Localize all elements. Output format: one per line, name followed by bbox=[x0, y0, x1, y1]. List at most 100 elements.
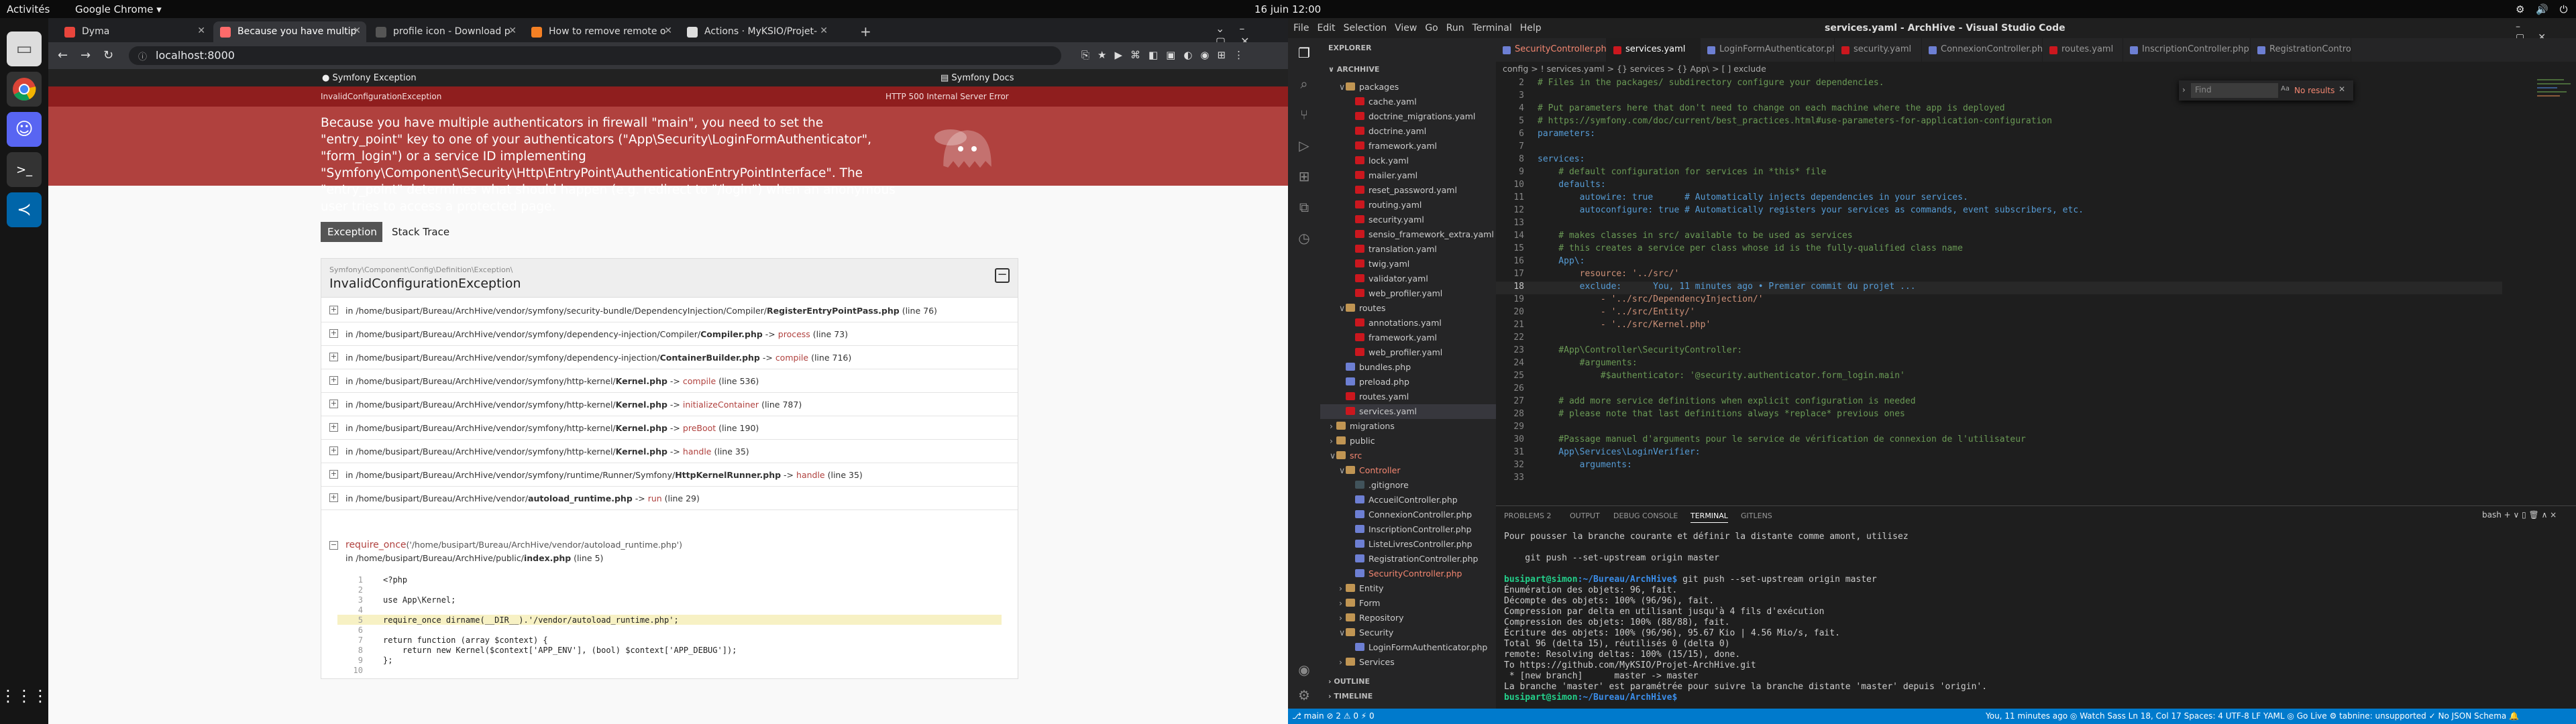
tab-stack-trace[interactable]: Stack Trace bbox=[385, 222, 459, 242]
files-icon[interactable]: ▭ bbox=[7, 32, 42, 66]
tree-item[interactable]: twig.yaml bbox=[1320, 257, 1496, 272]
menu-item[interactable]: Go bbox=[1425, 23, 1438, 34]
tree-item[interactable]: doctrine_migrations.yaml bbox=[1320, 109, 1496, 124]
terminal-icon[interactable]: >_ bbox=[7, 152, 42, 187]
editor-tab[interactable]: ConnexionController.php bbox=[1922, 38, 2043, 62]
chrome-icon[interactable] bbox=[7, 72, 42, 107]
clock[interactable]: 16 juin 12:00 bbox=[1254, 3, 1321, 15]
trace-require-once[interactable]: − require_once('/home/busipart/Bureau/Ar… bbox=[321, 534, 1018, 678]
tree-item[interactable]: SecurityController.php bbox=[1320, 566, 1496, 581]
tree-item[interactable]: › Services bbox=[1320, 655, 1496, 670]
close-icon[interactable]: ✕ bbox=[508, 25, 517, 36]
search-icon[interactable]: ⌕ bbox=[1295, 76, 1313, 95]
app-menu[interactable]: Google Chrome ▾ bbox=[75, 3, 162, 15]
tree-item[interactable]: › public bbox=[1320, 434, 1496, 448]
tree-item[interactable]: ConnexionController.php bbox=[1320, 507, 1496, 522]
terminal-actions[interactable]: bash + ∨ ▯ 🗑 ∧ × bbox=[2482, 510, 2557, 520]
editor-tab[interactable]: routes.yaml bbox=[2043, 38, 2123, 62]
remote-icon[interactable]: ⧉ bbox=[1295, 199, 1313, 218]
tree-item[interactable]: ∨ packages bbox=[1320, 80, 1496, 95]
editor-tab[interactable]: LoginFormAuthenticator.php bbox=[1701, 38, 1835, 62]
panel-tab[interactable]: DEBUG CONSOLE bbox=[1613, 511, 1678, 520]
gitlens-icon[interactable]: ◷ bbox=[1295, 230, 1313, 249]
tree-item[interactable]: .gitignore bbox=[1320, 478, 1496, 493]
extensions-area[interactable]: ⎘★▶⌘◧▣◐◉⊞⋮ bbox=[1081, 49, 1252, 61]
tree-item[interactable]: ListeLivresController.php bbox=[1320, 537, 1496, 552]
tree-item[interactable]: routes.yaml bbox=[1320, 389, 1496, 404]
tree-item[interactable]: ∨ routes bbox=[1320, 301, 1496, 316]
trace-row[interactable]: + in /home/busipart/Bureau/ArchHive/vendo… bbox=[321, 299, 1018, 322]
expand-icon[interactable]: + bbox=[329, 470, 338, 479]
forward-icon[interactable]: → bbox=[80, 48, 91, 62]
tree-item[interactable]: cache.yaml bbox=[1320, 95, 1496, 109]
symfony-docs-link[interactable]: ▤ Symfony Docs bbox=[941, 73, 1014, 83]
tree-item[interactable]: ∨ Security bbox=[1320, 625, 1496, 640]
collapse-icon[interactable]: − bbox=[329, 541, 338, 550]
tree-item[interactable]: preload.php bbox=[1320, 375, 1496, 389]
tree-item[interactable]: web_profiler.yaml bbox=[1320, 286, 1496, 301]
source-control-icon[interactable]: ⑂ bbox=[1295, 107, 1313, 125]
close-icon[interactable]: ✕ bbox=[2339, 84, 2345, 94]
panel-tab[interactable]: GITLENS bbox=[1741, 511, 1772, 520]
tree-item[interactable]: LoginFormAuthenticator.php bbox=[1320, 640, 1496, 655]
tab-stackoverflow[interactable]: How to remove remote o ✕ bbox=[525, 21, 678, 42]
terminal[interactable]: Pour pousser la branche courante et défi… bbox=[1496, 526, 2569, 706]
expand-icon[interactable]: + bbox=[329, 376, 338, 385]
tree-item[interactable]: services.yaml bbox=[1320, 404, 1496, 419]
gear-icon[interactable]: ⚙ bbox=[1295, 687, 1313, 706]
trace-row[interactable]: + in /home/busipart/Bureau/ArchHive/vendo… bbox=[321, 322, 1018, 346]
system-tray[interactable]: ⚙ 🔊 ⏻ bbox=[2516, 3, 2572, 15]
tree-item[interactable]: ∨ src bbox=[1320, 448, 1496, 463]
menu-item[interactable]: Help bbox=[1520, 23, 1542, 34]
editor-tab[interactable]: services.yaml bbox=[1607, 38, 1701, 62]
tree-item[interactable]: framework.yaml bbox=[1320, 139, 1496, 154]
menu-item[interactable]: Terminal bbox=[1472, 23, 1512, 34]
code-editor[interactable]: 2 # Files in the packages/ subdirectory c… bbox=[1496, 76, 2576, 505]
close-icon[interactable]: ✕ bbox=[664, 25, 672, 36]
expand-icon[interactable]: + bbox=[329, 353, 338, 361]
tree-item[interactable]: › Form bbox=[1320, 596, 1496, 611]
explorer-icon[interactable]: ❐ bbox=[1295, 45, 1313, 64]
tab-symfony-error[interactable]: Because you have multip ✕ bbox=[213, 21, 366, 42]
expand-icon[interactable]: + bbox=[329, 400, 338, 408]
activities-button[interactable]: Activités bbox=[7, 3, 50, 15]
collapse-toggle[interactable]: − bbox=[995, 268, 1010, 283]
panel-tab[interactable]: PROBLEMS 2 bbox=[1504, 511, 1552, 520]
editor-tab[interactable]: InscriptionController.php bbox=[2123, 38, 2251, 62]
tree-item[interactable]: lock.yaml bbox=[1320, 154, 1496, 168]
tree-item[interactable]: security.yaml bbox=[1320, 213, 1496, 227]
trace-row[interactable]: + in /home/busipart/Bureau/ArchHive/vendo… bbox=[321, 440, 1018, 463]
find-options-icon[interactable]: Aa bbox=[2281, 85, 2290, 93]
new-tab-button[interactable]: + bbox=[860, 23, 871, 40]
tree-item[interactable]: routing.yaml bbox=[1320, 198, 1496, 213]
menu-item[interactable]: Run bbox=[1446, 23, 1464, 34]
close-icon[interactable]: ✕ bbox=[820, 25, 828, 36]
find-input[interactable]: Find bbox=[2191, 83, 2278, 98]
tree-item[interactable]: InscriptionController.php bbox=[1320, 522, 1496, 537]
tree-item[interactable]: RegistrationController.php bbox=[1320, 552, 1496, 566]
tree-item[interactable]: framework.yaml bbox=[1320, 330, 1496, 345]
status-left[interactable]: ⎇ main ⊘ 2 ⚠ 0 ⚡ 0 bbox=[1292, 711, 1375, 721]
tab-profile-icon[interactable]: profile icon - Download p ✕ bbox=[369, 21, 522, 42]
reload-icon[interactable]: ↻ bbox=[103, 48, 113, 62]
minimap[interactable] bbox=[2533, 76, 2576, 505]
menu-item[interactable]: Selection bbox=[1344, 23, 1387, 34]
chevron-right-icon[interactable]: › bbox=[2182, 85, 2186, 95]
menu-item[interactable]: View bbox=[1395, 23, 1417, 34]
menu-item[interactable]: Edit bbox=[1317, 23, 1335, 34]
tree-item[interactable]: mailer.yaml bbox=[1320, 168, 1496, 183]
discord-icon[interactable]: ☺ bbox=[7, 112, 42, 147]
panel-tab[interactable]: OUTPUT bbox=[1570, 511, 1600, 520]
panel-tab[interactable]: TERMINAL bbox=[1690, 511, 1728, 523]
tree-item[interactable]: bundles.php bbox=[1320, 360, 1496, 375]
trace-row[interactable]: + in /home/busipart/Bureau/ArchHive/vendo… bbox=[321, 346, 1018, 369]
tree-item[interactable]: › Entity bbox=[1320, 581, 1496, 596]
workspace-root[interactable]: ∨ ARCHHIVE bbox=[1328, 65, 1379, 74]
show-apps-icon[interactable]: ⋮⋮⋮ bbox=[0, 678, 48, 713]
trace-row[interactable]: + in /home/busipart/Bureau/ArchHive/vendo… bbox=[321, 369, 1018, 393]
timeline-section[interactable]: › TIMELINE bbox=[1328, 692, 1373, 701]
tree-item[interactable]: › migrations bbox=[1320, 419, 1496, 434]
tree-item[interactable]: validator.yaml bbox=[1320, 272, 1496, 286]
trace-row[interactable]: + in /home/busipart/Bureau/ArchHive/vendo… bbox=[321, 416, 1018, 440]
expand-icon[interactable]: + bbox=[329, 306, 338, 314]
